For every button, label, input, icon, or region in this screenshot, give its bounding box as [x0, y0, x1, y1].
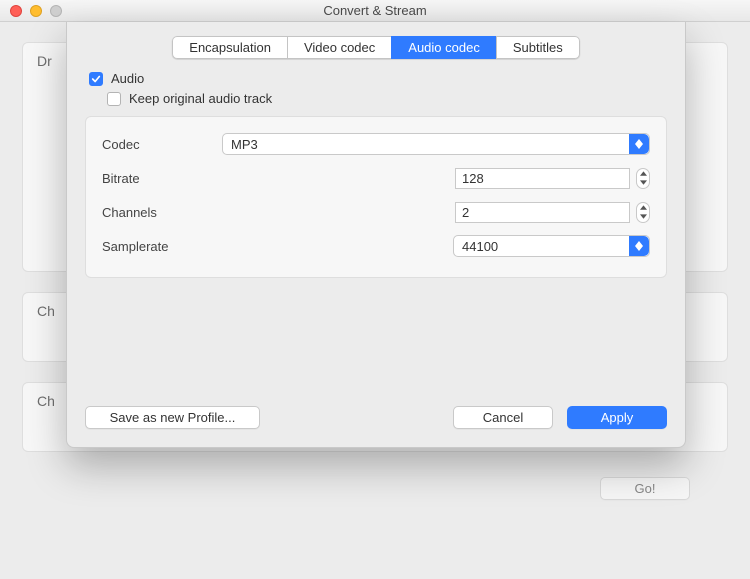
- apply-button[interactable]: Apply: [567, 406, 667, 429]
- keep-original-checkbox[interactable]: [107, 92, 121, 106]
- window-titlebar: Convert & Stream: [0, 0, 750, 22]
- bg-panel-1-text: Dr: [37, 53, 52, 69]
- go-button[interactable]: Go!: [600, 477, 690, 500]
- profile-sheet: Encapsulation Video codec Audio codec Su…: [66, 22, 686, 448]
- codec-select[interactable]: MP3: [222, 133, 650, 155]
- save-as-new-profile-button[interactable]: Save as new Profile...: [85, 406, 260, 429]
- tab-bar: Encapsulation Video codec Audio codec Su…: [85, 36, 667, 59]
- stepper-down-icon[interactable]: [637, 212, 649, 222]
- samplerate-select-value: 44100: [454, 239, 498, 254]
- tab-subtitles[interactable]: Subtitles: [496, 36, 580, 59]
- bitrate-control: [222, 168, 650, 189]
- codec-row: Codec MP3: [102, 127, 650, 161]
- audio-fields-panel: Codec MP3 Bitrate: [85, 116, 667, 278]
- window-title: Convert & Stream: [0, 3, 750, 18]
- channels-label: Channels: [102, 205, 222, 220]
- stepper-down-icon[interactable]: [637, 178, 649, 188]
- audio-checkbox-row: Audio: [89, 71, 667, 86]
- keep-original-label: Keep original audio track: [129, 91, 272, 106]
- stepper-up-icon[interactable]: [637, 203, 649, 213]
- channels-input[interactable]: [455, 202, 630, 223]
- dropdown-arrows-icon: [629, 134, 649, 154]
- tab-encapsulation[interactable]: Encapsulation: [172, 36, 287, 59]
- samplerate-select[interactable]: 44100: [453, 235, 650, 257]
- bg-panel-3-text: Ch: [37, 393, 55, 409]
- channels-row: Channels: [102, 195, 650, 229]
- sheet-footer: Save as new Profile... Cancel Apply: [85, 406, 667, 429]
- tab-audio-codec[interactable]: Audio codec: [391, 36, 496, 59]
- check-icon: [91, 74, 101, 84]
- bitrate-row: Bitrate: [102, 161, 650, 195]
- go-row: Go!: [22, 477, 728, 500]
- audio-checkbox[interactable]: [89, 72, 103, 86]
- dropdown-arrows-icon: [629, 236, 649, 256]
- audio-checkbox-label: Audio: [111, 71, 144, 86]
- bitrate-label: Bitrate: [102, 171, 222, 186]
- bg-panel-2-text: Ch: [37, 303, 55, 319]
- stepper-up-icon[interactable]: [637, 169, 649, 179]
- keep-original-row: Keep original audio track: [107, 91, 667, 106]
- samplerate-control: 44100: [222, 235, 650, 257]
- bitrate-input[interactable]: [455, 168, 630, 189]
- codec-label: Codec: [102, 137, 222, 152]
- tab-video-codec[interactable]: Video codec: [287, 36, 391, 59]
- samplerate-row: Samplerate 44100: [102, 229, 650, 263]
- tab-group: Encapsulation Video codec Audio codec Su…: [172, 36, 579, 59]
- cancel-button[interactable]: Cancel: [453, 406, 553, 429]
- codec-control: MP3: [222, 133, 650, 155]
- channels-control: [222, 202, 650, 223]
- codec-select-value: MP3: [223, 137, 258, 152]
- samplerate-label: Samplerate: [102, 239, 222, 254]
- bitrate-stepper[interactable]: [636, 168, 650, 189]
- channels-stepper[interactable]: [636, 202, 650, 223]
